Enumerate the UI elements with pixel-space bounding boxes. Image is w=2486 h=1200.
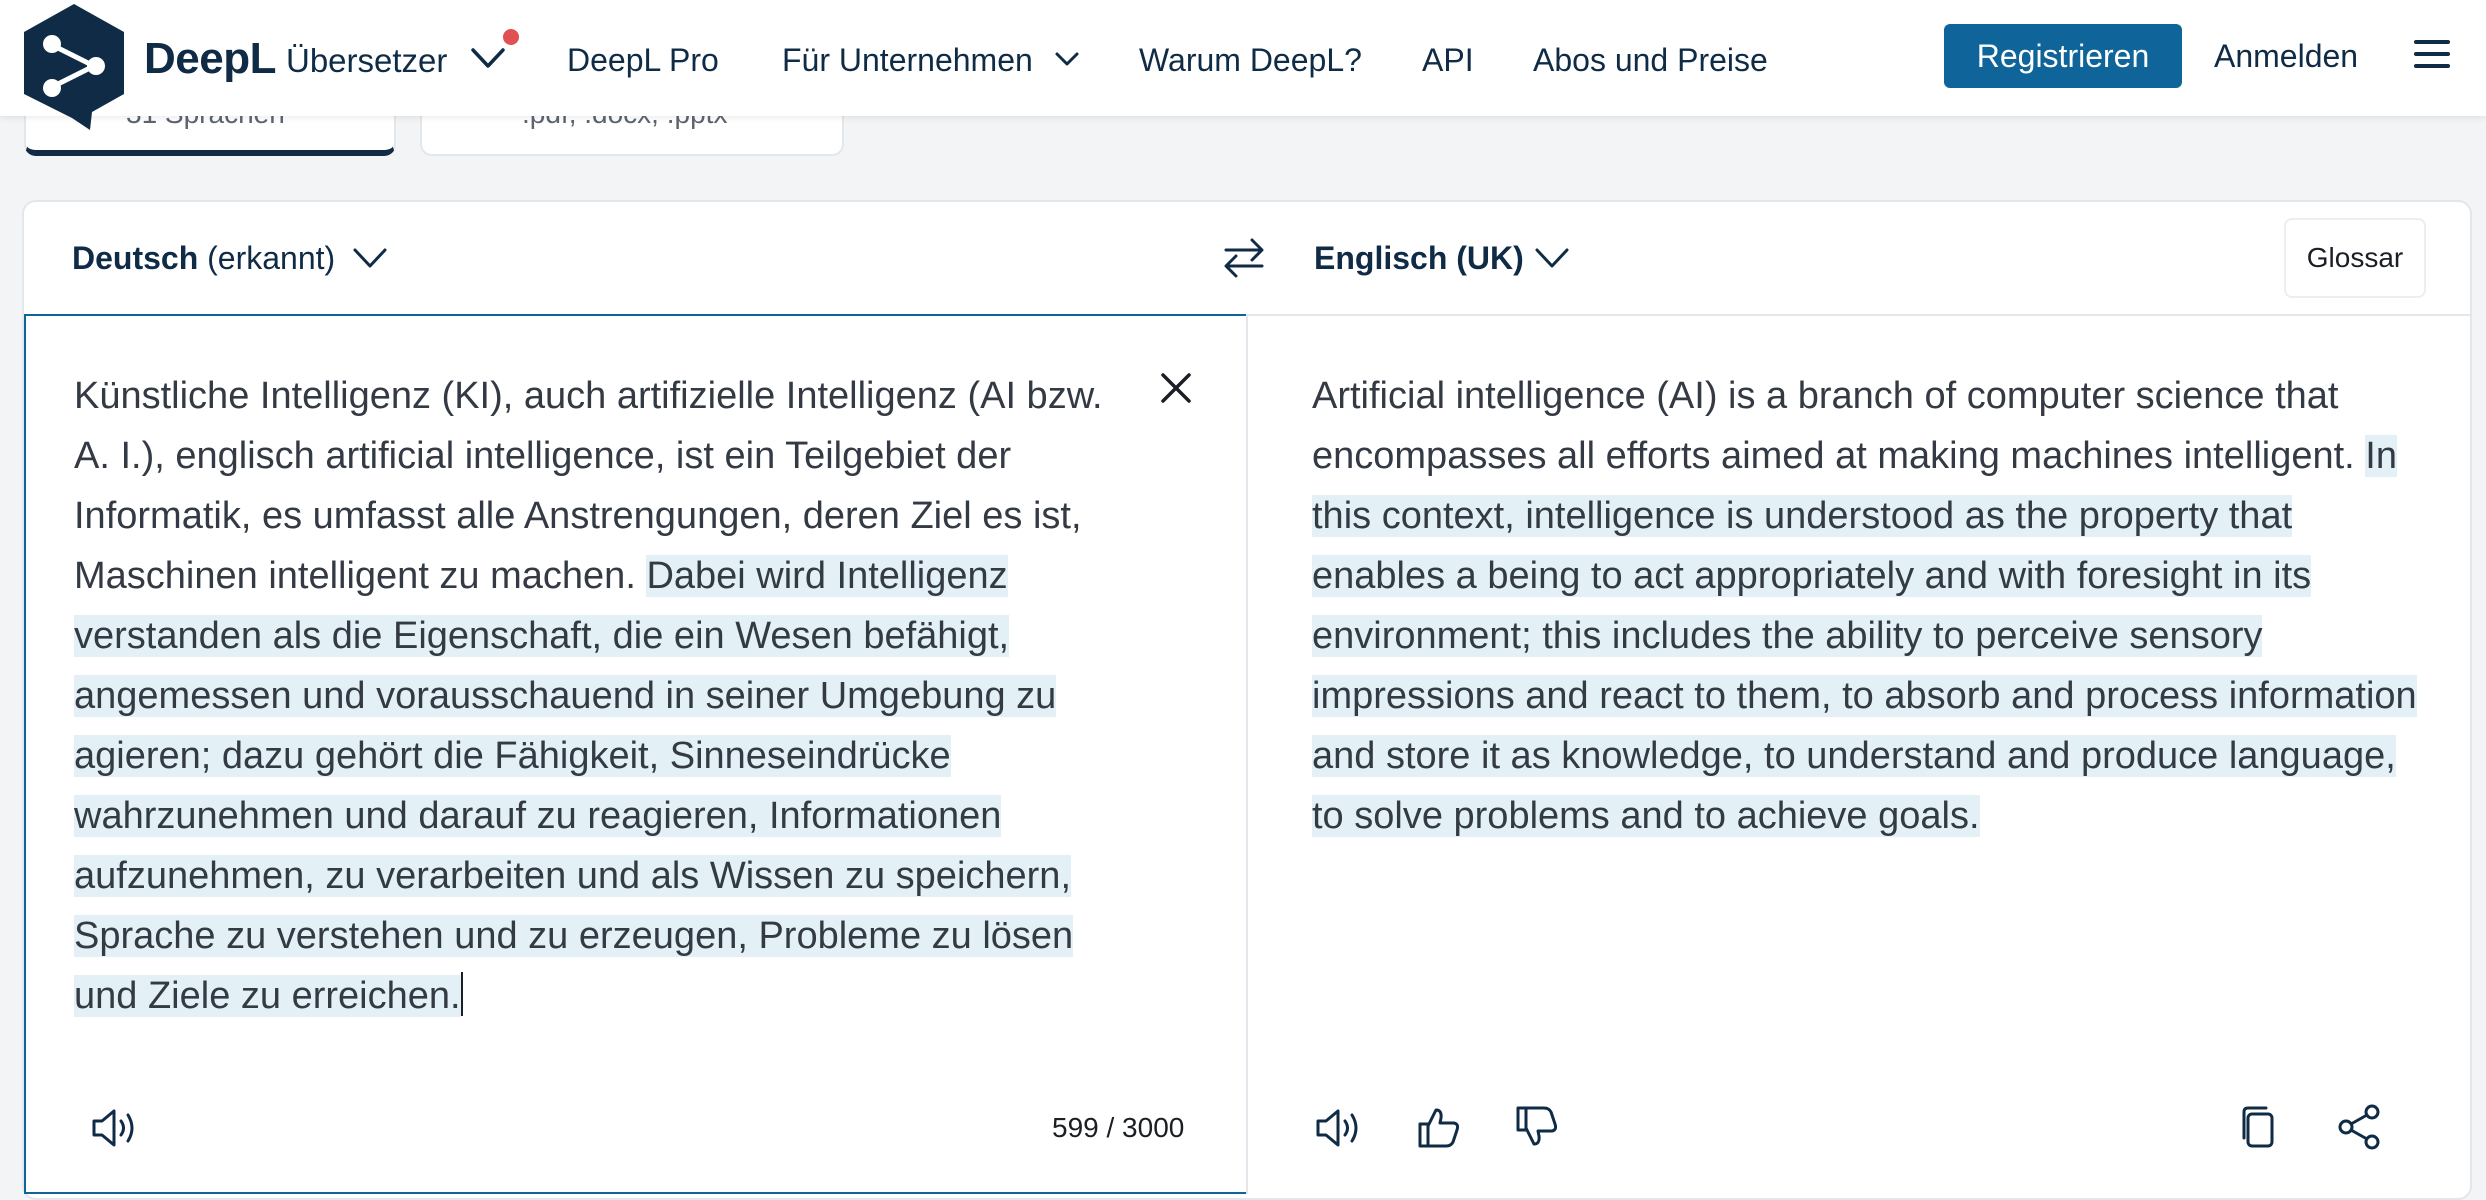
menu-icon[interactable] bbox=[2412, 36, 2452, 72]
source-text-highlighted: Dabei wird Intelligenz verstanden als di… bbox=[74, 555, 1074, 1017]
detected-label: (erkannt) bbox=[207, 240, 336, 276]
share-icon[interactable] bbox=[2336, 1104, 2382, 1150]
pane-divider bbox=[1246, 314, 1248, 1194]
speaker-icon[interactable] bbox=[1314, 1104, 1366, 1152]
thumbs-up-icon[interactable] bbox=[1416, 1104, 1462, 1150]
nav-api[interactable]: API bbox=[1422, 42, 1474, 79]
nav-deepl-pro[interactable]: DeepL Pro bbox=[567, 42, 719, 79]
register-button[interactable]: Registrieren bbox=[1944, 24, 2182, 88]
character-counter: 599 / 3000 bbox=[1052, 1112, 1185, 1143]
thumbs-down-icon[interactable] bbox=[1514, 1104, 1560, 1150]
chevron-down-icon[interactable] bbox=[1054, 50, 1080, 68]
chevron-down-icon[interactable] bbox=[352, 246, 388, 270]
product-selector[interactable]: Übersetzer bbox=[286, 42, 447, 80]
deepl-logo-icon[interactable] bbox=[20, 2, 128, 132]
chevron-down-icon[interactable] bbox=[470, 46, 506, 70]
copy-icon[interactable] bbox=[2238, 1104, 2282, 1150]
target-text-highlighted: In this context, intelligence is underst… bbox=[1312, 435, 2417, 837]
target-text-plain: Artificial intelligence (AI) is a branch… bbox=[1312, 375, 2366, 477]
close-icon[interactable] bbox=[1158, 370, 1194, 406]
text-cursor bbox=[460, 972, 463, 1016]
top-header: DeepL Übersetzer DeepL Pro Für Unternehm… bbox=[0, 0, 2486, 116]
chevron-down-icon[interactable] bbox=[1534, 246, 1570, 270]
source-language-selector[interactable]: Deutsch (erkannt) bbox=[72, 240, 335, 277]
nav-pricing[interactable]: Abos und Preise bbox=[1533, 42, 1768, 79]
source-language-label: Deutsch bbox=[72, 240, 199, 276]
speaker-icon[interactable] bbox=[90, 1104, 142, 1152]
login-link[interactable]: Anmelden bbox=[2214, 38, 2358, 75]
target-language-selector[interactable]: Englisch (UK) bbox=[1314, 240, 1524, 277]
target-text-output[interactable]: Artificial intelligence (AI) is a branch… bbox=[1312, 366, 2422, 846]
nav-for-business[interactable]: Für Unternehmen bbox=[782, 42, 1033, 79]
source-text-input[interactable]: Künstliche Intelligenz (KI), auch artifi… bbox=[74, 366, 1134, 1026]
notification-dot bbox=[503, 29, 519, 45]
nav-why-deepl[interactable]: Warum DeepL? bbox=[1139, 42, 1362, 79]
glossary-button[interactable]: Glossar bbox=[2284, 218, 2426, 298]
swap-languages-icon[interactable] bbox=[1222, 234, 1266, 282]
brand-name[interactable]: DeepL bbox=[144, 34, 276, 84]
